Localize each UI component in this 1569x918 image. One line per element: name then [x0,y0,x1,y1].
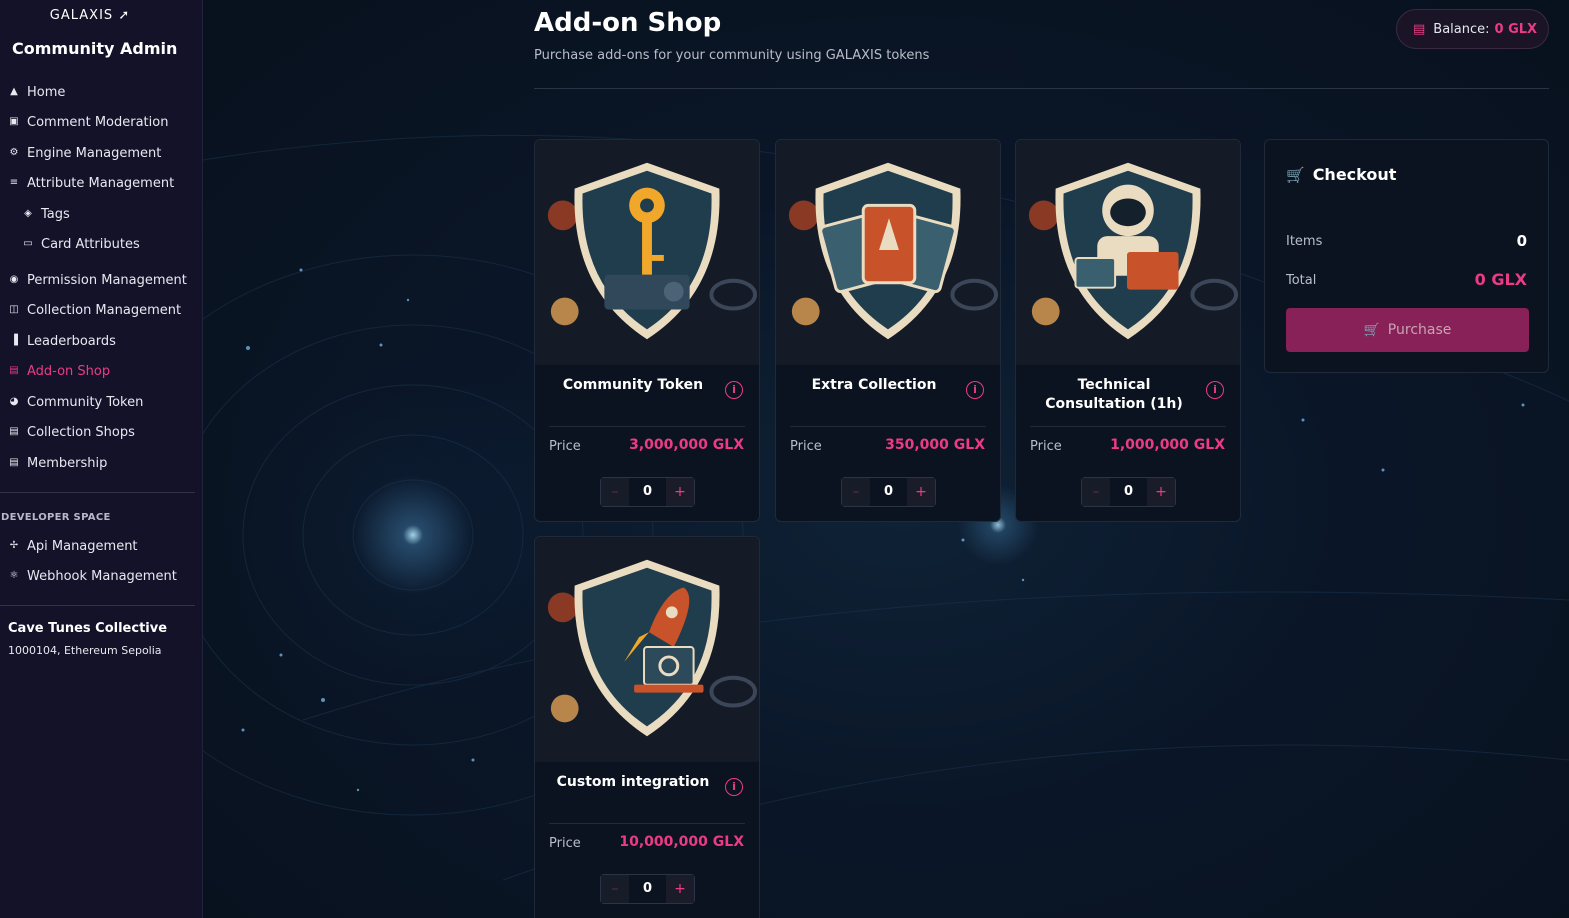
card-divider [549,823,745,824]
sidebar-item-permission-management[interactable]: ◉ Permission Management [8,270,187,290]
webhook-icon: ⚛ [9,570,19,581]
checkout-title: 🛒 Checkout [1286,165,1397,184]
sidebar-item-webhook-management[interactable]: ⚛ Webhook Management [8,566,177,586]
home-icon: ▲ [10,86,18,97]
product-name: Community Token [562,377,704,393]
price-label: Price [790,439,822,454]
price-label: Price [1030,439,1062,454]
product-name: Technical Consultation (1h) [1045,377,1183,412]
price-label: Price [549,836,581,851]
info-icon[interactable]: i [725,778,743,796]
sidebar-item-home[interactable]: ▲ Home [8,82,65,102]
key-shield-icon [535,140,759,365]
price-value: 3,000,000 GLX [629,437,744,453]
decrement-button[interactable]: – [842,478,870,506]
community-name: Cave Tunes Collective [8,621,168,636]
increment-button[interactable]: + [907,478,935,506]
membership-icon: ▤ [9,457,19,468]
sidebar-item-add-on-shop[interactable]: ▤ Add-on Shop [8,361,110,381]
header-divider [534,88,1549,89]
checkout-panel: 🛒 Checkout Items 0 Total 0 GLX 🛒 Purchas… [1264,139,1549,373]
developer-space-heading: DEVELOPER SPACE [1,512,111,523]
quantity-stepper: – 0 + [600,874,695,904]
sidebar-item-attribute-management[interactable]: ≡ Attribute Management [8,173,174,193]
product-name: Custom integration [556,774,710,790]
increment-button[interactable]: + [666,875,694,903]
rocket-shield-icon [535,537,759,762]
quantity-value[interactable]: 0 [870,478,907,506]
galaxis-logo[interactable]: GALAXIS ➚ [0,8,180,23]
price-value: 1,000,000 GLX [1110,437,1225,453]
product-card-custom-integration: Custom integration i Price 10,000,000 GL… [534,536,760,918]
quantity-value[interactable]: 0 [629,478,666,506]
sidebar-item-api-management[interactable]: ✢ Api Management [8,536,138,556]
price-value: 10,000,000 GLX [619,834,744,850]
quantity-stepper: – 0 + [600,477,695,507]
balance-badge: ▤ Balance: 0 GLX [1396,9,1549,49]
sidebar-title: Community Admin [12,39,178,58]
cart-icon: 🛒 [1363,322,1380,338]
balance-label: Balance: [1433,21,1490,37]
rocket-logo-icon: ➚ [118,8,131,23]
items-count: 0 [1516,232,1527,250]
sidebar-item-card-attributes[interactable]: ▭ Card Attributes [22,234,139,254]
items-label: Items [1286,234,1323,249]
purchase-button[interactable]: 🛒 Purchase [1286,308,1529,352]
sliders-icon: ≡ [9,177,19,188]
wallet-icon: ▤ [1413,21,1426,37]
quantity-stepper: – 0 + [1081,477,1176,507]
decrement-button[interactable]: – [1082,478,1110,506]
product-card-technical-consultation: Technical Consultation (1h) i Price 1,00… [1015,139,1241,522]
collection-icon: ◫ [9,304,19,315]
increment-button[interactable]: + [666,478,694,506]
sidebar-item-comment-moderation[interactable]: ▣ Comment Moderation [8,112,168,132]
card-divider [549,426,745,427]
sidebar-item-tags[interactable]: ◈ Tags [22,204,70,224]
community-chain-info: 1000104, Ethereum Sepolia [8,644,162,657]
sidebar-divider [0,492,195,493]
quantity-value[interactable]: 0 [1110,478,1147,506]
sidebar-item-community-token[interactable]: ◕ Community Token [8,392,144,412]
api-icon: ✢ [9,540,19,551]
product-card-community-token: Community Token i Price 3,000,000 GLX – … [534,139,760,522]
increment-button[interactable]: + [1147,478,1175,506]
decrement-button[interactable]: – [601,478,629,506]
sidebar-item-collection-shops[interactable]: ▤ Collection Shops [8,422,135,442]
shop-icon: ▤ [9,365,19,376]
info-icon[interactable]: i [1206,381,1224,399]
card-icon: ▭ [23,238,33,249]
product-name: Extra Collection [811,377,937,393]
sidebar-divider-bottom [0,605,195,606]
sidebar-item-membership[interactable]: ▤ Membership [8,453,107,473]
shield-icon: ◉ [9,274,19,285]
page-subtitle: Purchase add-ons for your community usin… [534,48,930,63]
info-icon[interactable]: i [725,381,743,399]
card-divider [1030,426,1226,427]
sidebar-item-collection-management[interactable]: ◫ Collection Management [8,300,181,320]
total-value: 0 GLX [1474,270,1527,289]
quantity-stepper: – 0 + [841,477,936,507]
tag-icon: ◈ [24,208,32,219]
decrement-button[interactable]: – [601,875,629,903]
info-icon[interactable]: i [966,381,984,399]
sidebar-item-engine-management[interactable]: ⚙ Engine Management [8,143,162,163]
bar-chart-icon: ▐ [10,335,18,346]
card-divider [790,426,986,427]
price-value: 350,000 GLX [885,437,985,453]
store-icon: ▤ [9,426,19,437]
page-title: Add-on Shop [534,8,722,38]
astronaut-shield-icon [1016,140,1240,365]
comment-icon: ▣ [9,116,19,127]
sidebar: GALAXIS ➚ Community Admin ▲ Home ▣ Comment… [0,0,203,918]
sidebar-item-leaderboards[interactable]: ▐ Leaderboards [8,331,116,351]
total-label: Total [1286,273,1317,288]
balance-value: 0 GLX [1494,21,1538,37]
gear-icon: ⚙ [9,147,19,158]
quantity-value[interactable]: 0 [629,875,666,903]
token-icon: ◕ [9,396,19,407]
product-card-extra-collection: Extra Collection i Price 350,000 GLX – 0… [775,139,1001,522]
price-label: Price [549,439,581,454]
cart-icon: 🛒 [1286,165,1305,184]
cards-shield-icon [776,140,1000,365]
